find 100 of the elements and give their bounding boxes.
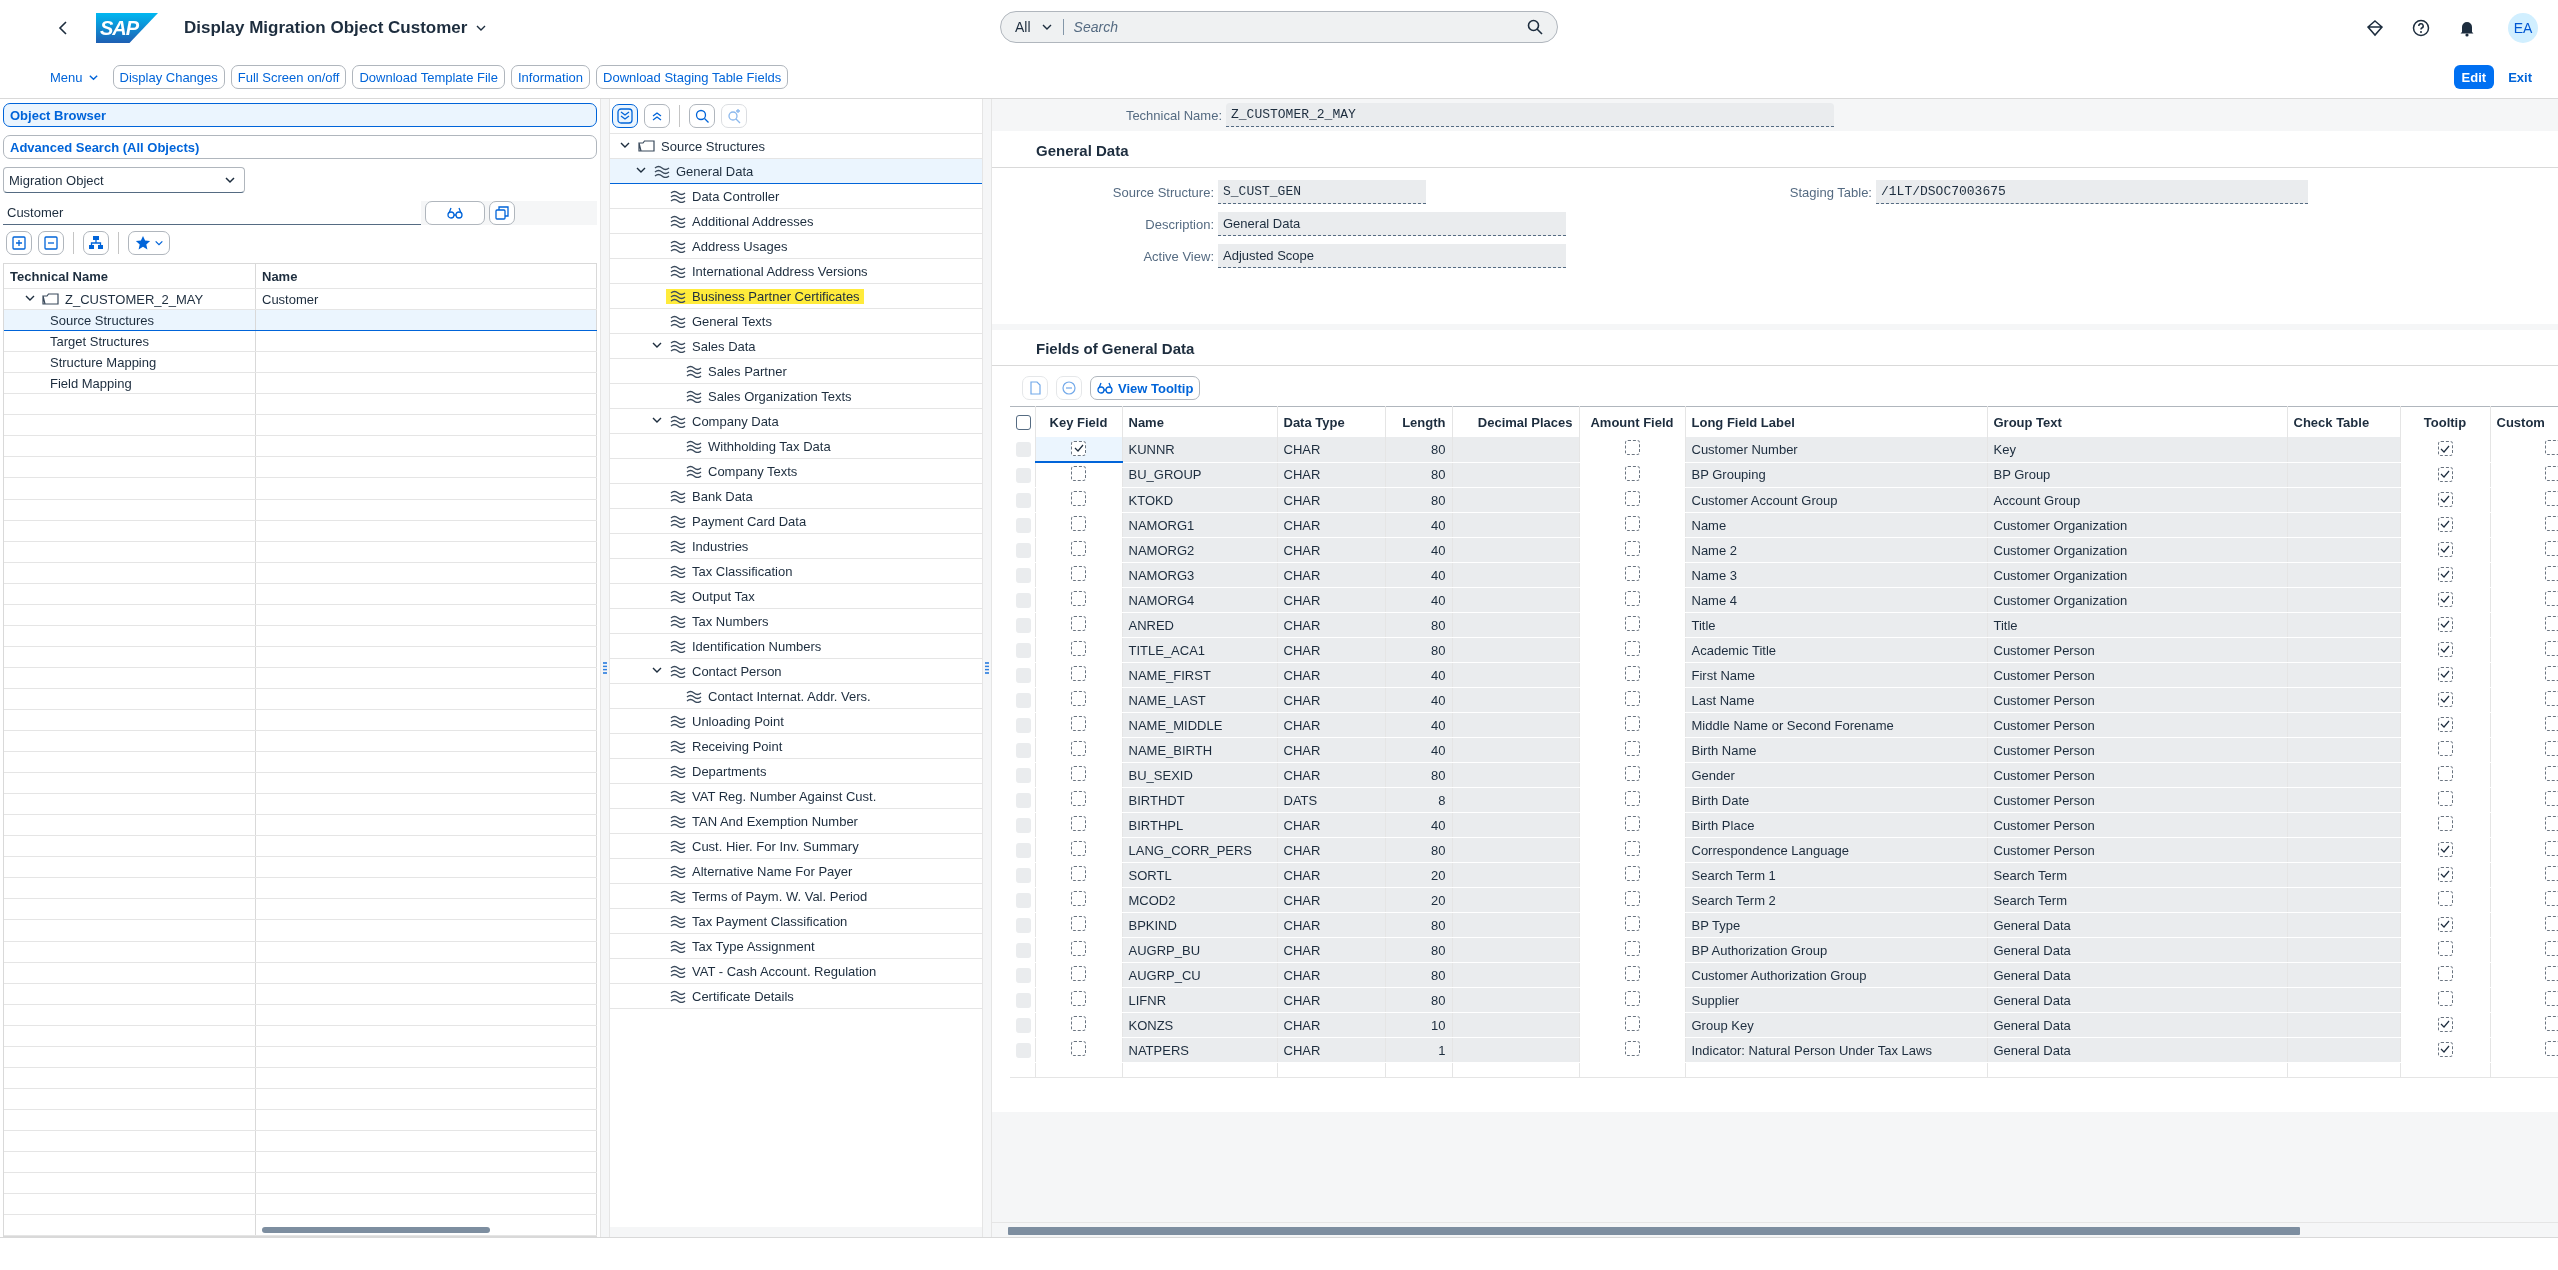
checkbox[interactable] bbox=[2544, 566, 2558, 581]
tree-item[interactable]: Departments bbox=[610, 759, 982, 784]
checkbox[interactable] bbox=[2437, 1041, 2453, 1057]
type-dropdown[interactable]: Migration Object bbox=[3, 167, 245, 193]
checkbox[interactable] bbox=[2437, 441, 2453, 456]
checkbox[interactable] bbox=[2544, 916, 2558, 931]
checkbox[interactable] bbox=[1624, 1041, 1640, 1056]
checkbox[interactable] bbox=[1071, 466, 1086, 481]
hierarchy-icon[interactable] bbox=[83, 231, 109, 255]
search-icon[interactable] bbox=[1527, 19, 1543, 35]
tree-item[interactable]: Unloading Point bbox=[610, 709, 982, 734]
tree-item[interactable]: Company Data bbox=[610, 409, 982, 434]
checkbox[interactable] bbox=[2544, 816, 2558, 831]
checkbox[interactable] bbox=[2544, 465, 2558, 481]
tree-item[interactable]: Contact Internat. Addr. Vers. bbox=[610, 684, 982, 709]
checkbox[interactable] bbox=[1624, 541, 1640, 556]
checkbox[interactable] bbox=[1624, 791, 1640, 806]
checkbox[interactable] bbox=[1624, 966, 1640, 981]
toolbar-button[interactable]: Full Screen on/off bbox=[230, 65, 347, 89]
splitter-handle[interactable] bbox=[985, 662, 989, 674]
splitter-handle[interactable] bbox=[603, 662, 607, 674]
checkbox[interactable] bbox=[2437, 741, 2453, 756]
checkbox[interactable] bbox=[1624, 641, 1640, 656]
toolbar-button[interactable]: Information bbox=[510, 65, 590, 89]
scrollbar[interactable] bbox=[992, 1222, 2558, 1237]
toolbar-button[interactable]: Download Template File bbox=[352, 65, 505, 89]
checkbox[interactable] bbox=[1071, 1041, 1086, 1056]
checkbox[interactable] bbox=[1624, 1016, 1640, 1031]
tree-item[interactable]: Receiving Point bbox=[610, 734, 982, 759]
checkbox[interactable] bbox=[2544, 791, 2558, 806]
expand-all-icon[interactable] bbox=[6, 231, 32, 255]
checkbox[interactable] bbox=[1624, 516, 1640, 531]
checkbox[interactable] bbox=[1624, 716, 1640, 731]
checkbox[interactable] bbox=[2544, 641, 2558, 656]
view-tooltip-button[interactable]: View Tooltip bbox=[1090, 376, 1201, 400]
checkbox[interactable] bbox=[1624, 866, 1640, 881]
checkbox[interactable] bbox=[1624, 991, 1640, 1006]
checkbox[interactable] bbox=[2437, 516, 2453, 532]
edit-button[interactable]: Edit bbox=[2453, 65, 2495, 89]
exit-button[interactable]: Exit bbox=[2500, 65, 2540, 89]
checkbox[interactable] bbox=[1071, 741, 1086, 756]
checkbox[interactable] bbox=[1624, 591, 1640, 606]
checkbox[interactable] bbox=[2544, 741, 2558, 756]
tree-item[interactable]: General Data bbox=[610, 159, 982, 184]
checkbox[interactable] bbox=[1071, 666, 1086, 681]
search-field[interactable]: Customer bbox=[3, 201, 421, 225]
checkbox[interactable] bbox=[1071, 641, 1086, 656]
checkbox[interactable] bbox=[2437, 966, 2453, 981]
checkbox[interactable] bbox=[1071, 566, 1086, 581]
tree-item[interactable]: Business Partner Certificates bbox=[610, 284, 982, 309]
checkbox[interactable] bbox=[2437, 666, 2453, 682]
checkbox[interactable] bbox=[1071, 716, 1086, 731]
tree-item[interactable]: Alternative Name For Payer bbox=[610, 859, 982, 884]
favorites-button[interactable] bbox=[128, 231, 170, 255]
checkbox[interactable] bbox=[1624, 766, 1640, 781]
checkbox[interactable] bbox=[2544, 591, 2558, 606]
checkbox[interactable] bbox=[2544, 866, 2558, 881]
collapse-all-icon[interactable] bbox=[644, 104, 670, 128]
tree-item[interactable]: Sales Data bbox=[610, 334, 982, 359]
tree-item[interactable]: Sales Organization Texts bbox=[610, 384, 982, 409]
checkbox[interactable] bbox=[2437, 541, 2453, 557]
checkbox[interactable] bbox=[1624, 616, 1640, 631]
checkbox[interactable] bbox=[1071, 966, 1086, 981]
checkbox[interactable] bbox=[1071, 591, 1086, 606]
checkbox[interactable] bbox=[1071, 766, 1086, 781]
tree-item[interactable]: Industries bbox=[610, 534, 982, 559]
checkbox[interactable] bbox=[1071, 616, 1086, 631]
checkbox[interactable] bbox=[2437, 766, 2453, 781]
bell-icon[interactable] bbox=[2458, 19, 2476, 37]
checkbox[interactable] bbox=[1071, 816, 1086, 831]
checkbox[interactable] bbox=[2544, 516, 2558, 531]
checkbox[interactable] bbox=[1071, 841, 1086, 856]
checkbox[interactable] bbox=[1624, 566, 1640, 581]
checkbox[interactable] bbox=[2544, 666, 2558, 681]
checkbox[interactable] bbox=[1624, 941, 1640, 956]
checkbox[interactable] bbox=[1624, 741, 1640, 756]
tree-item[interactable]: VAT Reg. Number Against Cust. bbox=[610, 784, 982, 809]
checkbox[interactable] bbox=[2437, 866, 2453, 882]
back-icon[interactable] bbox=[58, 21, 68, 35]
checkbox[interactable] bbox=[2544, 891, 2558, 906]
checkbox[interactable] bbox=[2544, 691, 2558, 706]
select-all-checkbox[interactable] bbox=[1016, 415, 1031, 431]
expand-all-icon[interactable] bbox=[612, 104, 638, 128]
checkbox[interactable] bbox=[1071, 440, 1086, 456]
menu-button[interactable]: Menu bbox=[50, 69, 99, 85]
tree-item[interactable]: Payment Card Data bbox=[610, 509, 982, 534]
tree-item[interactable]: Certificate Details bbox=[610, 984, 982, 1009]
toolbar-button[interactable]: Download Staging Table Fields bbox=[596, 65, 789, 89]
checkbox[interactable] bbox=[1624, 891, 1640, 906]
table-row[interactable]: Field Mapping bbox=[4, 373, 597, 395]
checkbox[interactable] bbox=[2437, 716, 2453, 732]
toolbar-button[interactable]: Display Changes bbox=[112, 65, 225, 89]
checkbox[interactable] bbox=[1071, 866, 1086, 881]
tree-item[interactable]: General Texts bbox=[610, 309, 982, 334]
checkbox[interactable] bbox=[2437, 466, 2453, 482]
scrollbar[interactable] bbox=[610, 1227, 982, 1237]
tree-item[interactable]: Tax Payment Classification bbox=[610, 909, 982, 934]
checkbox[interactable] bbox=[1624, 491, 1640, 506]
checkbox[interactable] bbox=[2544, 941, 2558, 956]
table-row[interactable]: Target Structures bbox=[4, 331, 597, 353]
